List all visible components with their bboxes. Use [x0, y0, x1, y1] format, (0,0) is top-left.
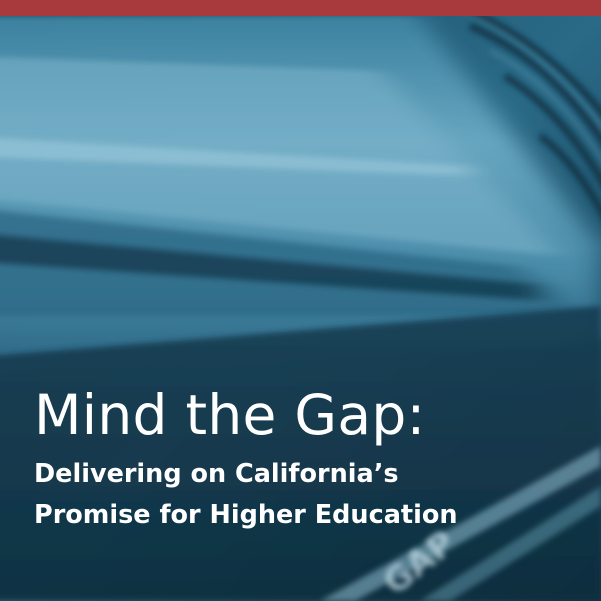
cover-subtitle-line-2: Promise for Higher Education	[34, 500, 458, 530]
cover-text-block: Mind the Gap: Delivering on California’s…	[34, 384, 594, 536]
cover-title: Mind the Gap:	[34, 383, 426, 447]
top-accent-bar	[0, 0, 601, 16]
report-cover: GAP Mind the Gap: Delivering on Californ…	[0, 0, 601, 601]
cover-subtitle-line-1: Delivering on California’s	[34, 459, 399, 489]
